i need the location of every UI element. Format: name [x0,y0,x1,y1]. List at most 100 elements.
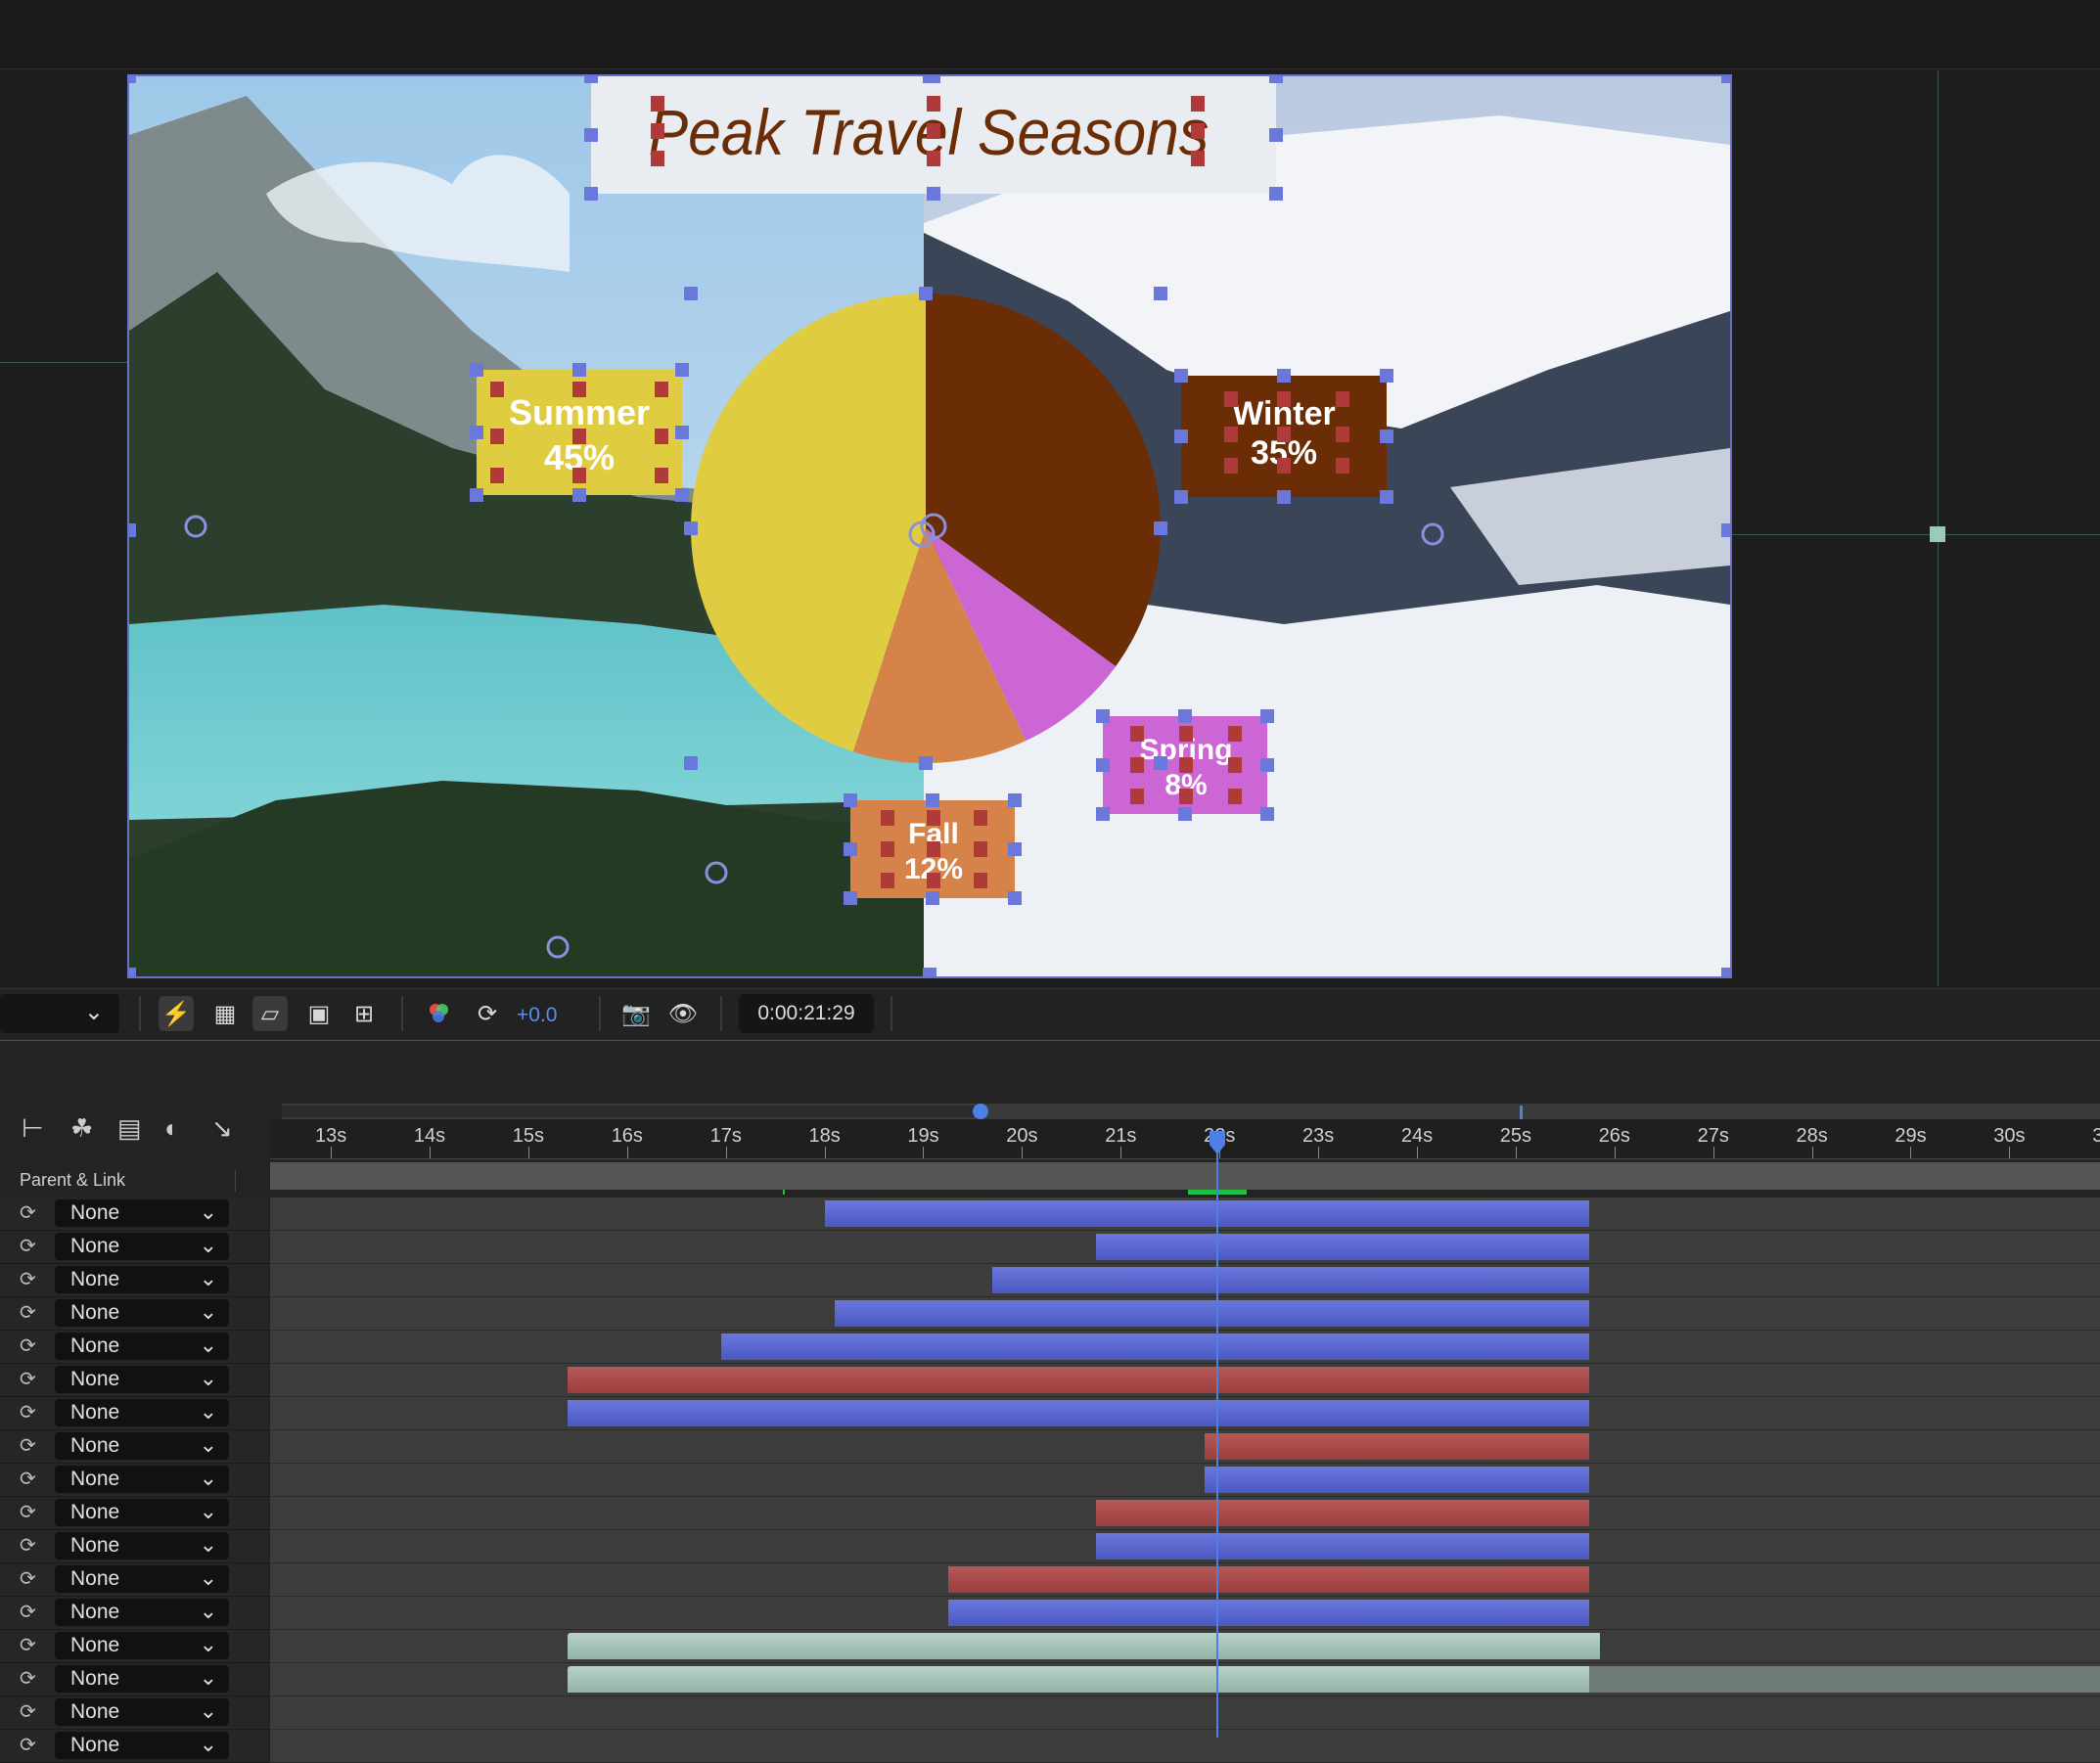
transform-handle[interactable] [1154,756,1167,770]
layer-duration-bar[interactable] [947,1600,1590,1626]
text-handle[interactable] [1277,427,1291,442]
transform-handle[interactable] [1721,76,1730,83]
text-handle[interactable] [1130,757,1144,773]
parent-dropdown[interactable]: None ⌄ [55,1399,229,1426]
navigator-start-handle[interactable] [973,1104,988,1119]
transform-handle[interactable] [129,76,136,83]
text-handle[interactable] [1228,726,1242,742]
transform-handle[interactable] [919,756,933,770]
transform-handle[interactable] [1260,807,1274,821]
transform-handle[interactable] [1269,128,1283,142]
transform-handle[interactable] [1178,807,1192,821]
text-handle[interactable] [1336,458,1349,474]
text-handle[interactable] [572,382,586,397]
text-handle[interactable] [1130,726,1144,742]
frame-blending-icon[interactable]: ▤ [117,1113,142,1144]
text-handle[interactable] [1130,789,1144,804]
transform-handle[interactable] [927,187,940,201]
parent-dropdown[interactable]: None ⌄ [55,1366,229,1393]
parent-dropdown[interactable]: None ⌄ [55,1665,229,1693]
transform-handle[interactable] [927,76,940,83]
transform-handle[interactable] [919,287,933,300]
transform-handle[interactable] [129,523,136,537]
graph-editor-icon[interactable]: ↘ [211,1113,233,1144]
pick-whip-icon[interactable]: ⟳ [20,1600,36,1624]
exposure-reset-icon[interactable]: ⟳ [470,996,505,1031]
layer-duration-bar[interactable] [568,1400,1590,1426]
text-handle[interactable] [1224,391,1238,407]
transform-handle[interactable] [572,488,586,502]
layer-duration-bar[interactable] [1095,1500,1590,1526]
text-handle[interactable] [974,810,987,826]
pick-whip-icon[interactable]: ⟳ [20,1234,36,1258]
parent-dropdown[interactable]: None ⌄ [55,1199,229,1227]
transform-handle[interactable] [1096,709,1110,723]
playhead-line[interactable] [1216,1135,1218,1738]
pick-whip-icon[interactable]: ⟳ [20,1267,36,1291]
playhead-handle[interactable] [1208,1131,1227,1156]
transform-handle[interactable] [1260,709,1274,723]
channels-icon[interactable] [421,996,456,1031]
text-handle[interactable] [1277,391,1291,407]
text-handle[interactable] [651,123,664,139]
transform-handle[interactable] [684,521,698,535]
text-handle[interactable] [1179,789,1193,804]
transform-handle[interactable] [470,488,483,502]
text-handle[interactable] [927,873,940,888]
transform-handle[interactable] [584,128,598,142]
parent-dropdown[interactable]: None ⌄ [55,1466,229,1493]
layer-duration-bar[interactable] [1204,1433,1590,1460]
pick-whip-icon[interactable]: ⟳ [20,1300,36,1325]
view-dropdown[interactable]: ⌄ [0,994,119,1033]
text-handle[interactable] [490,382,504,397]
transform-handle[interactable] [1721,968,1730,976]
pick-whip-icon[interactable]: ⟳ [20,1367,36,1391]
transform-handle[interactable] [1380,429,1393,443]
text-handle[interactable] [974,873,987,888]
transform-handle[interactable] [675,488,689,502]
layer-duration-bar[interactable] [947,1566,1590,1593]
layer-duration-bar[interactable] [1095,1234,1590,1260]
pick-whip-icon[interactable]: ⟳ [20,1533,36,1558]
pick-whip-icon[interactable]: ⟳ [20,1200,36,1225]
transform-handle[interactable] [572,363,586,377]
text-handle[interactable] [1224,458,1238,474]
parent-dropdown[interactable]: None ⌄ [55,1299,229,1327]
pick-whip-icon[interactable]: ⟳ [20,1400,36,1424]
text-handle[interactable] [655,429,668,444]
transform-handle[interactable] [1380,490,1393,504]
transform-handle[interactable] [1008,793,1022,807]
text-handle[interactable] [651,151,664,166]
text-handle[interactable] [881,810,894,826]
text-handle[interactable] [651,96,664,112]
hierarchy-icon[interactable]: ⊢ [22,1113,44,1144]
text-handle[interactable] [1191,151,1205,166]
time-navigator-range[interactable] [282,1106,981,1117]
text-handle[interactable] [1228,789,1242,804]
parent-dropdown[interactable]: None ⌄ [55,1632,229,1659]
transform-handle[interactable] [844,842,857,856]
work-area-bar[interactable] [270,1162,2100,1190]
transform-handle[interactable] [1008,842,1022,856]
mask-path-icon[interactable]: ▱ [252,996,288,1031]
text-handle[interactable] [1224,427,1238,442]
pick-whip-icon[interactable]: ⟳ [20,1733,36,1757]
pick-whip-icon[interactable]: ⟳ [20,1699,36,1724]
parent-dropdown[interactable]: None ⌄ [55,1532,229,1560]
text-handle[interactable] [1228,757,1242,773]
text-handle[interactable] [881,841,894,857]
transform-handle[interactable] [1277,369,1291,383]
transform-handle[interactable] [1380,369,1393,383]
parent-dropdown[interactable]: None ⌄ [55,1266,229,1293]
transform-handle[interactable] [1096,807,1110,821]
layer-duration-bar[interactable] [568,1633,1600,1659]
pick-whip-icon[interactable]: ⟳ [20,1566,36,1591]
transform-handle[interactable] [584,187,598,201]
layer-duration-bar[interactable] [1095,1533,1590,1560]
layer-duration-bar[interactable] [720,1334,1590,1360]
transform-handle[interactable] [844,891,857,905]
target-icon[interactable]: ⊞ [346,996,382,1031]
layer-duration-bar[interactable] [824,1200,1590,1227]
current-time-display[interactable]: 0:00:21:29 [739,994,874,1033]
text-handle[interactable] [927,123,940,139]
